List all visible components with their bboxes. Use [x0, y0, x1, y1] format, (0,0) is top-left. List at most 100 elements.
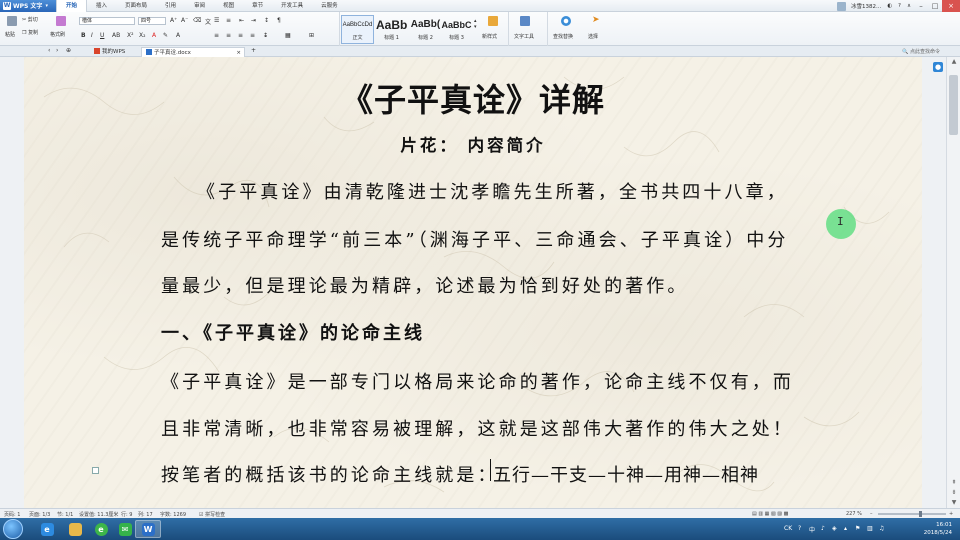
- minimize-button[interactable]: –: [914, 0, 928, 12]
- section-heading[interactable]: 一、《子平真诠》的论命主线: [161, 319, 425, 345]
- maximize-button[interactable]: □: [928, 0, 942, 12]
- clear-format-icon[interactable]: ⌫: [193, 17, 201, 24]
- find-replace-icon[interactable]: [561, 16, 571, 26]
- tab-developer[interactable]: 开发工具: [272, 0, 312, 12]
- text-tools-label[interactable]: 文字工具: [514, 33, 534, 40]
- style-heading-1[interactable]: AaBb 标题 1: [375, 15, 408, 44]
- location-pin-icon[interactable]: ●: [933, 62, 943, 72]
- shield-icon[interactable]: ◈: [832, 525, 837, 532]
- style-gallery-more-icon[interactable]: ▴ ▾: [474, 18, 477, 30]
- zoom-value[interactable]: 227 %: [846, 511, 862, 517]
- skin-icon[interactable]: ◐: [884, 3, 895, 9]
- shrink-font-icon[interactable]: A⁻: [181, 17, 188, 24]
- prev-page-icon[interactable]: ⇞: [947, 478, 960, 488]
- style-heading-3[interactable]: AaBbC 标题 3: [440, 15, 473, 44]
- help-icon[interactable]: ?: [895, 3, 904, 9]
- subscript-button[interactable]: X₂: [139, 32, 146, 39]
- format-painter-label[interactable]: 格式刷: [50, 31, 65, 38]
- italic-button[interactable]: I: [91, 32, 93, 39]
- scroll-thumb[interactable]: [949, 75, 958, 135]
- copy-button[interactable]: ❐ 复制: [22, 29, 38, 36]
- tab-document[interactable]: 子平真诠.docx ×: [141, 47, 245, 57]
- help-tray-icon[interactable]: ?: [798, 525, 801, 532]
- char-shading-button[interactable]: A: [176, 32, 180, 39]
- borders-icon[interactable]: ⊞: [309, 32, 314, 39]
- ime-icon[interactable]: 中: [809, 525, 815, 534]
- tab-page-layout[interactable]: 页面布局: [116, 0, 156, 12]
- taskbar-ie[interactable]: e: [34, 520, 60, 538]
- align-center-icon[interactable]: ≡: [226, 32, 231, 39]
- sort-icon[interactable]: ↕: [264, 17, 269, 24]
- bullets-icon[interactable]: ☰: [214, 17, 219, 24]
- bold-button[interactable]: B: [81, 32, 86, 39]
- paragraph-line[interactable]: 是传统子平命理学“前三本”（渊海子平、三命通会、子平真诠）中分: [161, 226, 789, 252]
- line-spacing-icon[interactable]: ↨: [263, 32, 268, 39]
- input-method-indicator[interactable]: CK: [784, 525, 792, 532]
- superscript-button[interactable]: X²: [127, 32, 134, 39]
- paragraph-line[interactable]: 五行—干支—十神—用神—相神: [493, 461, 759, 487]
- paragraph-line[interactable]: 且非常清晰，也非常容易被理解，这就是这部伟大著作的伟大之处！: [161, 415, 794, 441]
- text-tools-icon[interactable]: [520, 16, 530, 26]
- volume-icon[interactable]: ♫: [879, 525, 884, 532]
- paragraph-line[interactable]: 量最少，但是理论最为精辟，论述最为恰到好处的著作。: [161, 272, 689, 298]
- expand-tray-icon[interactable]: ▴: [844, 525, 847, 532]
- taskbar-explorer[interactable]: [62, 520, 88, 538]
- font-size-select[interactable]: 四号: [138, 17, 166, 25]
- pin-icon[interactable]: ⊕: [66, 47, 71, 54]
- underline-button[interactable]: U: [100, 32, 104, 39]
- strikethrough-button[interactable]: AB: [112, 32, 120, 39]
- zoom-slider-knob[interactable]: [919, 511, 923, 517]
- style-heading-2[interactable]: AaBb( 标题 2: [409, 15, 442, 44]
- new-style-label[interactable]: 新样式: [482, 33, 497, 40]
- zoom-slider[interactable]: [878, 511, 946, 517]
- spell-check-toggle[interactable]: ☑ 拼写检查: [199, 511, 225, 518]
- network-icon[interactable]: ▥: [867, 525, 873, 532]
- paste-label[interactable]: 粘贴: [5, 31, 15, 38]
- cut-button[interactable]: ✂ 剪切: [22, 16, 38, 23]
- outdent-icon[interactable]: ⇤: [239, 17, 244, 24]
- paragraph-line[interactable]: 按笔者的概括该书的论命主线就是：: [161, 461, 499, 487]
- scroll-down-icon[interactable]: ▼: [947, 498, 960, 508]
- new-tab-icon[interactable]: +: [251, 47, 256, 54]
- user-name[interactable]: 冰雪1382...: [848, 2, 884, 10]
- tab-cloud[interactable]: 云服务: [312, 0, 347, 12]
- command-search[interactable]: 🔍 点此查找命令: [902, 48, 940, 55]
- document-page[interactable]: 《子平真诠》详解 片花： 内容简介 《子平真诠》由清乾隆进士沈孝瞻先生所著，全书…: [24, 57, 922, 508]
- find-replace-label[interactable]: 查找替换: [553, 33, 573, 40]
- select-label[interactable]: 选择: [588, 33, 598, 40]
- flag-icon[interactable]: ⚑: [855, 525, 860, 532]
- indent-icon[interactable]: ⇥: [251, 17, 256, 24]
- grow-font-icon[interactable]: A⁺: [170, 17, 177, 24]
- tab-my-wps[interactable]: 我的WPS: [90, 47, 129, 57]
- clock[interactable]: 16:01 2018/5/24: [912, 521, 952, 537]
- numbering-icon[interactable]: ≡: [226, 17, 231, 24]
- close-button[interactable]: ×: [942, 0, 960, 12]
- font-color-button[interactable]: A: [152, 32, 156, 39]
- style-normal[interactable]: AaBbCcDd 正文: [341, 15, 374, 44]
- format-painter-icon[interactable]: [56, 16, 66, 26]
- start-button[interactable]: [3, 519, 23, 539]
- highlight-button[interactable]: ✎: [163, 32, 168, 39]
- align-right-icon[interactable]: ≡: [238, 32, 243, 39]
- app-menu-button[interactable]: W WPS 文字 ▾: [0, 0, 56, 12]
- paste-icon[interactable]: [7, 16, 17, 26]
- font-name-select[interactable]: 楷体: [79, 17, 135, 25]
- ribbon-toggle-icon[interactable]: ∧: [904, 3, 914, 9]
- scroll-up-icon[interactable]: ▲: [947, 57, 960, 67]
- zoom-out-icon[interactable]: –: [870, 511, 873, 517]
- page-subtitle[interactable]: 片花： 内容简介: [24, 132, 922, 156]
- justify-icon[interactable]: ≡: [250, 32, 255, 39]
- tab-section[interactable]: 章节: [243, 0, 272, 12]
- tab-references[interactable]: 引用: [156, 0, 185, 12]
- tab-insert[interactable]: 插入: [87, 0, 116, 12]
- tab-home[interactable]: 开始: [56, 0, 88, 12]
- paragraph-line[interactable]: 《子平真诠》由清乾隆进士沈孝瞻先生所著，全书共四十八章，: [197, 178, 788, 204]
- tab-review[interactable]: 审阅: [185, 0, 214, 12]
- next-page-icon[interactable]: ⇟: [947, 488, 960, 498]
- taskbar-360[interactable]: e: [88, 520, 114, 538]
- show-marks-icon[interactable]: ¶: [277, 17, 281, 24]
- status-pages[interactable]: 页面: 1/3: [29, 511, 50, 518]
- page-title[interactable]: 《子平真诠》详解: [24, 75, 922, 121]
- status-words[interactable]: 字数: 1269: [160, 511, 186, 518]
- taskbar-wps[interactable]: W: [135, 520, 161, 538]
